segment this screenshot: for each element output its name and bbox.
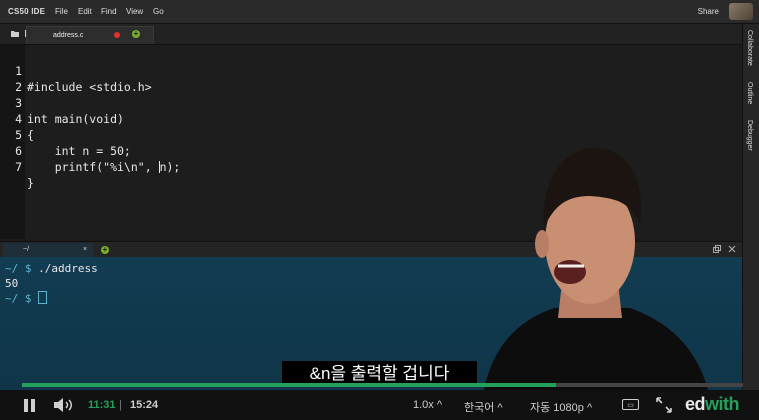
sidebar-item-collaborate[interactable]: Collaborate [746,30,753,66]
volume-icon[interactable] [52,397,76,413]
logo-suffix: with [705,394,740,414]
menu-find[interactable]: Find [101,7,117,16]
terminal-line-output: 50 [5,277,19,290]
presenter-video [480,148,714,420]
code-line-7: 7 } [0,143,34,190]
share-button[interactable]: Share [698,7,719,16]
subtitle-language-button[interactable]: 한국어 ^ [464,399,503,415]
code-text: printf("%i\n", n); [27,160,181,174]
text-cursor [158,161,160,173]
progress-fill [22,383,556,387]
close-icon[interactable]: × [83,246,87,253]
terminal-cursor [38,291,48,304]
tab-label: address.c [53,32,84,39]
avatar[interactable] [729,3,753,20]
menu-view[interactable]: View [126,7,143,16]
playback-speed-button[interactable]: 1.0x ^ [413,399,442,411]
quality-button[interactable]: 자동 1080p ^ [530,399,592,415]
code-text: { [27,128,34,142]
new-tab-plus-icon[interactable]: + [132,30,140,38]
pause-icon[interactable] [24,399,35,412]
code-line-5: 5 int n = 50; [0,111,131,158]
line-number: 7 [15,160,22,174]
code-line-4: 4 { [0,95,34,142]
editor-tab-bar: address.c + [0,24,742,45]
code-text: } [27,176,34,190]
app-brand: CS50 IDE [8,7,46,16]
captions-icon[interactable]: ▭ [622,399,639,410]
terminal-command: ./address [38,262,98,275]
fullscreen-icon[interactable] [655,396,673,414]
folder-icon[interactable] [11,30,19,37]
sidebar-item-debugger[interactable]: Debugger [746,120,753,151]
menu-go[interactable]: Go [153,7,164,16]
video-controls: 11:31 | 15:24 1.0x ^ 한국어 ^ 자동 1080p ^ ▭ … [0,390,759,420]
code-text: #include <stdio.h> [27,80,152,94]
logo-prefix: ed [685,394,706,414]
total-time: 15:24 [130,399,159,411]
terminal-line-prompt: ~/ $ [5,291,48,306]
time-separator: | [119,399,122,411]
code-line-2: 2 [0,63,28,94]
terminal-line-command: ~/ $ ./address [5,261,98,276]
video-progress-bar[interactable] [22,383,743,387]
unsaved-dot-icon[interactable] [114,32,120,38]
code-line-1: 1 #include <stdio.h> [0,47,152,94]
terminal-prompt: ~/ $ [5,262,32,275]
new-terminal-plus-icon[interactable]: + [101,246,109,254]
menu-edit[interactable]: Edit [78,7,92,16]
menu-bar: CS50 IDE File Edit Find View Go Share [0,0,759,24]
code-line-6: 6 printf("%i\n", n); [0,127,180,174]
sidebar-item-outline[interactable]: Outline [746,82,753,104]
current-time: 11:31 [88,399,116,411]
terminal-prompt: ~/ $ [5,292,32,305]
menu-file[interactable]: File [55,7,68,16]
close-panel-icon[interactable] [728,245,736,253]
code-text: int main(void) [27,112,124,126]
tab-terminal[interactable]: ~/ × [3,243,93,258]
right-sidebar: Collaborate Outline Debugger [742,24,759,420]
terminal-tab-label: ~/ [23,246,30,253]
edwith-logo: edwith [685,394,740,415]
code-text: int n = 50; [27,144,131,158]
code-line-3: 3 int main(void) [0,79,124,126]
